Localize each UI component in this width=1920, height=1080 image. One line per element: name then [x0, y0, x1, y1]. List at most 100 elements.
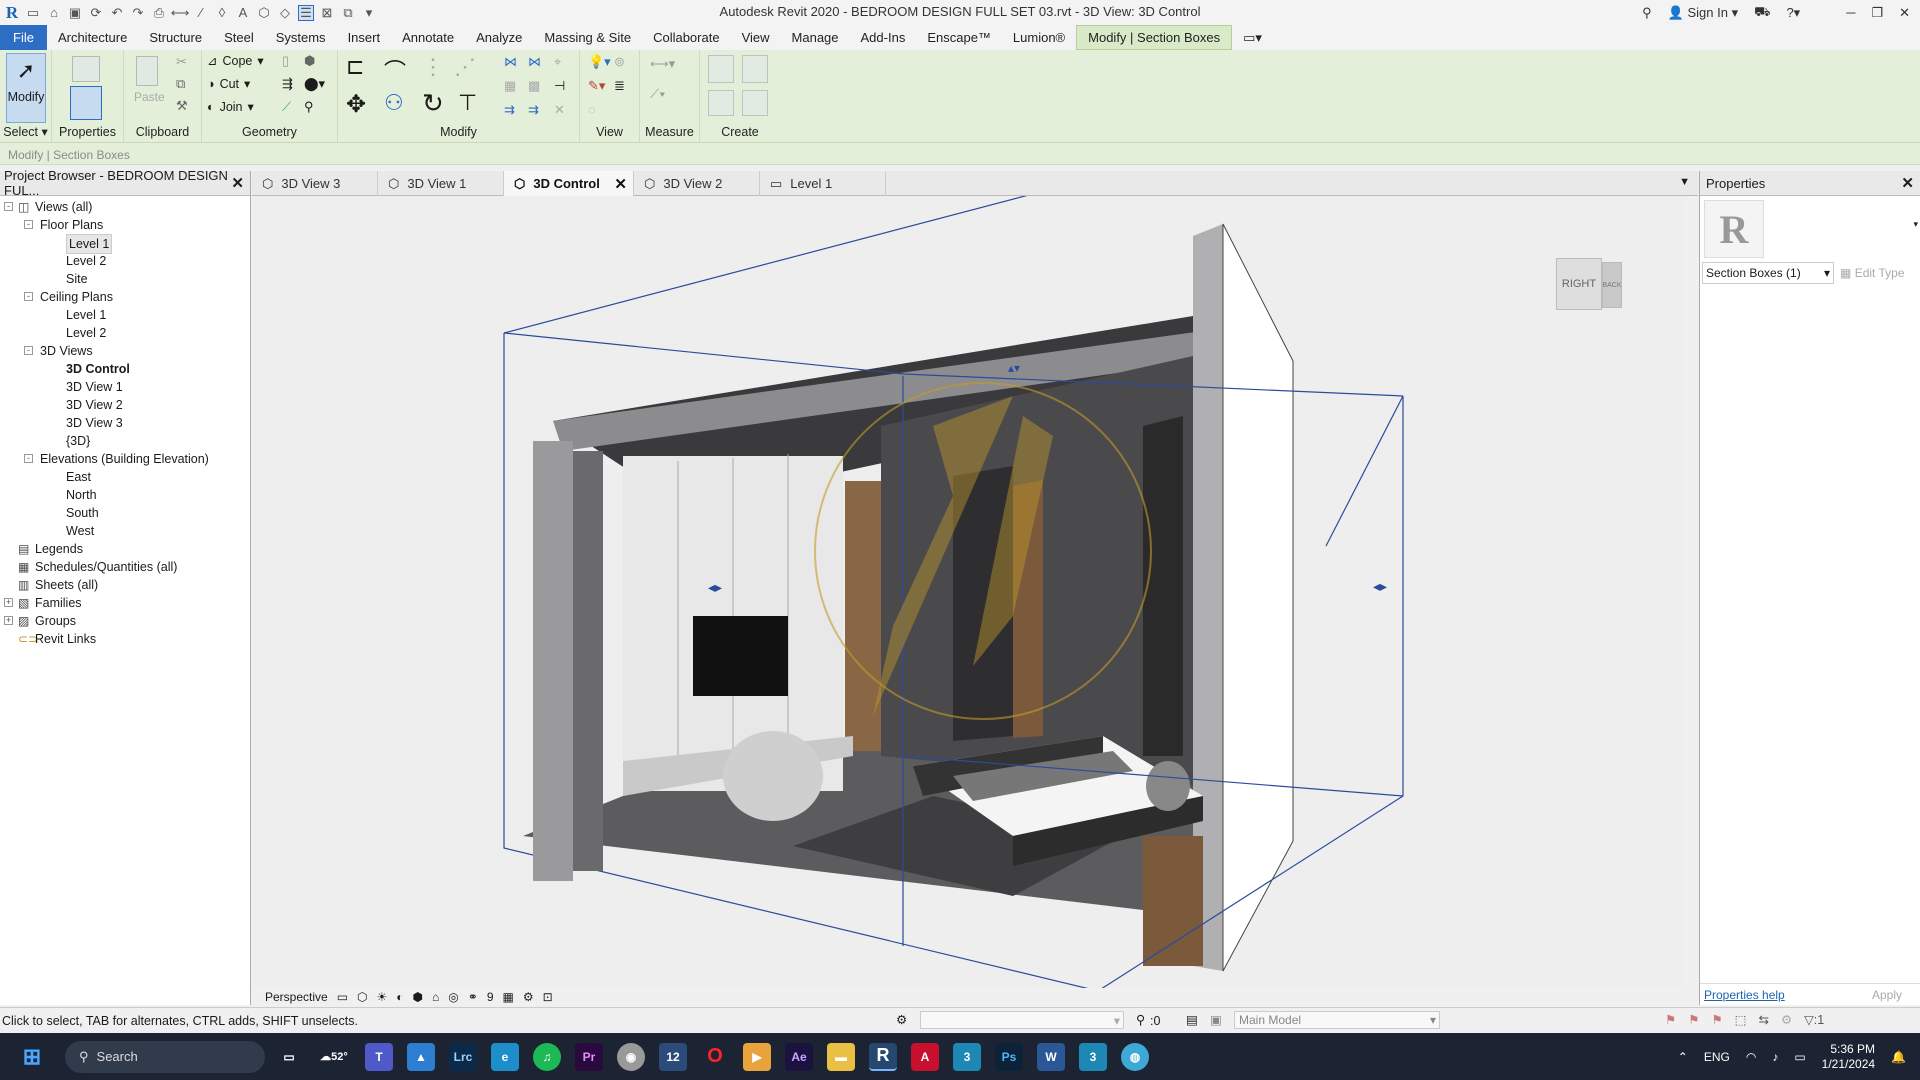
volume-icon[interactable]: ♪	[1772, 1050, 1778, 1064]
properties-icon[interactable]	[70, 86, 102, 120]
customize-dropdown-icon[interactable]: ▾	[361, 5, 377, 21]
properties-label[interactable]: Properties	[52, 125, 123, 139]
opera-icon[interactable]: O	[701, 1043, 729, 1071]
tab-insert[interactable]: Insert	[337, 25, 392, 50]
temp-hide-icon[interactable]: ◎	[448, 990, 458, 1004]
tab-add-ins[interactable]: Add-Ins	[850, 25, 917, 50]
tree-item[interactable]: 3D View 1	[0, 378, 250, 396]
sign-in-button[interactable]: 👤 Sign In ▾	[1668, 5, 1738, 21]
mirror-axis-icon[interactable]: ⋮	[422, 54, 444, 80]
calendar-app-icon[interactable]: 12	[659, 1042, 687, 1071]
redo-icon[interactable]: ↷	[130, 5, 146, 21]
trim-icon[interactable]: ⊤	[458, 90, 477, 116]
revit-taskbar-icon[interactable]: R	[869, 1042, 897, 1071]
word-icon[interactable]: W	[1037, 1042, 1065, 1071]
tab-annotate[interactable]: Annotate	[391, 25, 465, 50]
filter-lines-icon[interactable]: ≣	[614, 78, 625, 94]
tree-item[interactable]: + ▧ Families	[0, 594, 250, 612]
worksets-icon[interactable]: ⚙	[896, 1012, 907, 1027]
drag-elements-icon[interactable]: ⇆	[1758, 1012, 1768, 1027]
align-icon[interactable]: ⊏	[346, 54, 364, 80]
autocad-icon[interactable]: A	[911, 1042, 939, 1071]
dimension-aligned-icon[interactable]: ⟋▾	[650, 86, 665, 102]
view-cube-front[interactable]: RIGHT	[1556, 258, 1602, 310]
line-work-icon[interactable]: ✎▾	[588, 78, 605, 94]
modify-button[interactable]: ➚ Modify	[6, 53, 46, 123]
after-effects-icon[interactable]: Ae	[785, 1042, 813, 1071]
tree-item[interactable]: + ▨ Groups	[0, 612, 250, 630]
photos-icon[interactable]: ▲	[407, 1042, 435, 1071]
split-gap-icon[interactable]: ⋈	[528, 54, 541, 70]
app-3-icon[interactable]: 3	[953, 1042, 981, 1071]
sun-path-icon[interactable]: ☀	[377, 990, 388, 1004]
copy-icon[interactable]: ⧉	[176, 76, 185, 92]
wall-joins-icon[interactable]: ▯	[282, 53, 289, 69]
trim-multiple-icon[interactable]: ⇉	[504, 102, 515, 118]
close-window-button[interactable]: ✕	[1899, 5, 1910, 21]
collapse-icon[interactable]: -	[24, 220, 33, 229]
taskbar-search[interactable]: ⚲ Search	[65, 1040, 265, 1073]
tab-structure[interactable]: Structure	[138, 25, 213, 50]
tab-view[interactable]: View	[731, 25, 781, 50]
move-icon[interactable]: ✥	[346, 90, 366, 119]
file-tab[interactable]: File	[0, 25, 47, 50]
file-explorer-icon[interactable]: ▬	[827, 1042, 855, 1071]
view-extra-icon[interactable]: ◌	[588, 102, 596, 117]
tab-analyze[interactable]: Analyze	[465, 25, 533, 50]
sync-icon[interactable]: ⟳	[88, 5, 104, 21]
measure-icon[interactable]: ⟷	[171, 5, 190, 21]
tree-item[interactable]: {3D}	[0, 432, 250, 450]
tree-item[interactable]: Site	[0, 270, 250, 288]
close-hidden-icon[interactable]: ⊠	[319, 5, 335, 21]
windows-start-icon[interactable]: ⊞	[18, 1043, 46, 1071]
cut-button[interactable]: ◑ Cut ▾	[207, 76, 250, 92]
scale-icon[interactable]: ▩	[528, 78, 540, 94]
cope-button[interactable]: ⊿ Cope ▾	[207, 53, 264, 69]
revit-logo-icon[interactable]: R	[4, 3, 20, 22]
join-button[interactable]: ◐ Join ▾	[207, 99, 254, 115]
unpin-icon[interactable]: ⊣	[554, 78, 565, 94]
demolish-icon[interactable]: ⇶	[282, 76, 293, 92]
chevron-up-icon[interactable]: ⌃	[1678, 1050, 1688, 1064]
split-icon[interactable]: ⋈	[504, 54, 517, 70]
tab-massing-site[interactable]: Massing & Site	[533, 25, 642, 50]
tree-item[interactable]: ⊂⊃ Revit Links	[0, 630, 250, 648]
collapse-icon[interactable]: -	[24, 292, 33, 301]
filter-icon[interactable]: ▽:1	[1804, 1012, 1824, 1027]
tabs-menu-icon[interactable]: ▼	[1671, 171, 1698, 195]
tab-level-1[interactable]: ▭ Level 1	[760, 171, 886, 196]
close-icon[interactable]: ✕	[1901, 174, 1914, 192]
workset-dropdown[interactable]: ▾	[920, 1011, 1124, 1029]
tree-item[interactable]: 3D View 3	[0, 414, 250, 432]
lightroom-icon[interactable]: Lrc	[449, 1042, 477, 1071]
undo-icon[interactable]: ↶	[109, 5, 125, 21]
expand-icon[interactable]: +	[4, 598, 13, 607]
copy-element-icon[interactable]: ⚇	[384, 90, 404, 116]
override-icon[interactable]: ⊚	[614, 54, 625, 70]
tree-item[interactable]: - Ceiling Plans	[0, 288, 250, 306]
lock-view-icon[interactable]: ⌂	[432, 990, 439, 1004]
select-underlay-icon[interactable]: ⚑	[1688, 1012, 1699, 1027]
type-dropdown-arrow[interactable]: ▾	[1913, 219, 1918, 230]
analytical-icon[interactable]: ⚙	[523, 990, 534, 1004]
reveal-hidden-icon[interactable]: ⚭	[468, 990, 478, 1004]
tab-3d-view-3[interactable]: ⬡ 3D View 3	[252, 171, 378, 196]
tree-item[interactable]: ▤ Legends	[0, 540, 250, 558]
worksharing-icon[interactable]: ▦	[503, 990, 514, 1004]
section-icon[interactable]: ◇	[277, 5, 293, 21]
render-icon[interactable]: ⬢	[413, 990, 423, 1004]
tab-collaborate[interactable]: Collaborate	[642, 25, 731, 50]
offset-icon[interactable]: ⌒	[384, 54, 406, 86]
text-icon[interactable]: A	[235, 5, 251, 21]
select-pinned-icon[interactable]: ⚑	[1711, 1012, 1722, 1027]
edit-type-button[interactable]: ▦ Edit Type	[1840, 266, 1905, 280]
edge-icon[interactable]: e	[491, 1042, 519, 1071]
pick-tool-icon[interactable]: ⚲	[304, 99, 314, 115]
tab-lumion[interactable]: Lumion®	[1002, 25, 1076, 50]
thin-lines-icon[interactable]: ☰	[298, 4, 314, 21]
tree-item[interactable]: West	[0, 522, 250, 540]
help-icon[interactable]: ?▾	[1786, 5, 1800, 21]
weather-icon[interactable]: ☁ 52°	[317, 1043, 351, 1071]
edit-profile-icon[interactable]: ⟋	[282, 99, 291, 115]
tree-item[interactable]: South	[0, 504, 250, 522]
